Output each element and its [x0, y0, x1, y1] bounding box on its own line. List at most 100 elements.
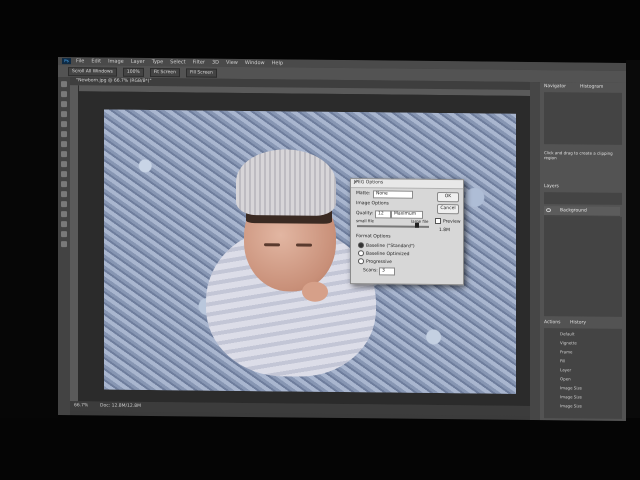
action-item[interactable]: Image Size: [544, 393, 620, 401]
action-item[interactable]: Frame: [544, 348, 620, 356]
preview-label: Preview: [443, 219, 461, 225]
menu-file[interactable]: File: [76, 58, 84, 64]
crop-tool-icon[interactable]: [61, 121, 67, 128]
lasso-tool-icon[interactable]: [61, 101, 67, 108]
eyedropper-tool-icon[interactable]: [61, 131, 67, 138]
navigator-panel: [544, 92, 622, 145]
menu-layer[interactable]: Layer: [131, 59, 145, 65]
image-options-label: Image Options: [356, 201, 389, 207]
action-item[interactable]: Vignette: [544, 339, 620, 347]
pen-tool-icon[interactable]: [61, 211, 67, 218]
menu-image[interactable]: Image: [108, 59, 124, 65]
eraser-tool-icon[interactable]: [61, 181, 67, 188]
checkbox-icon: [435, 217, 441, 225]
dodge-tool-icon[interactable]: [61, 201, 67, 208]
document-canvas[interactable]: JPEG Options x Matte: None Image Options…: [78, 91, 530, 406]
tab-history[interactable]: History: [570, 320, 586, 327]
history-brush-tool-icon[interactable]: [61, 171, 67, 178]
format-baseline-optimized-label: Baseline Optimized: [366, 251, 410, 258]
large-file-label: large file: [411, 218, 429, 224]
cancel-button[interactable]: Cancel: [437, 203, 459, 215]
knit-hat: [236, 148, 336, 216]
file-size-readout: 1.8M: [439, 228, 451, 234]
quality-input[interactable]: 12: [375, 210, 391, 219]
menu-filter[interactable]: Filter: [193, 59, 205, 65]
layer-blend-controls[interactable]: [544, 192, 622, 205]
gradient-tool-icon[interactable]: [61, 191, 67, 198]
monitor-bezel-right: [626, 60, 640, 420]
scroll-all-windows-checkbox[interactable]: Scroll All Windows: [68, 66, 117, 77]
ok-button[interactable]: OK: [437, 191, 459, 203]
photoshop-logo: Ps: [62, 58, 71, 65]
tab-histogram[interactable]: Histogram: [580, 84, 603, 91]
fill-screen-button[interactable]: Fill Screen: [185, 67, 217, 78]
brush-tool-icon[interactable]: [61, 151, 67, 158]
action-label: Vignette: [560, 340, 577, 346]
action-item[interactable]: Layer: [544, 366, 620, 374]
layers-empty-area: [544, 216, 622, 317]
tab-navigator[interactable]: Navigator: [544, 84, 566, 91]
healing-brush-tool-icon[interactable]: [61, 141, 67, 148]
action-label: Open: [560, 376, 571, 382]
action-item[interactable]: Image Size: [544, 402, 620, 410]
zoom-level[interactable]: 66.7%: [74, 403, 88, 408]
action-label: Layer: [560, 367, 572, 373]
tab-actions[interactable]: Actions: [544, 320, 560, 327]
layer-name: Background: [560, 208, 587, 214]
tab-layers[interactable]: Layers: [544, 184, 559, 191]
format-options-label: Format Options: [356, 234, 391, 240]
format-progressive-label: Progressive: [366, 259, 392, 266]
action-item[interactable]: Fill: [544, 357, 620, 365]
move-tool-icon[interactable]: [61, 81, 67, 88]
info-text: Click and drag to create a clipping regi…: [544, 150, 613, 161]
action-item[interactable]: Default: [544, 330, 620, 338]
hand-tool-icon[interactable]: [61, 231, 67, 238]
quick-select-tool-icon[interactable]: [61, 111, 67, 118]
action-item[interactable]: Open: [544, 375, 620, 383]
menu-help[interactable]: Help: [272, 60, 283, 66]
menu-3d[interactable]: 3D: [212, 60, 219, 66]
action-label: Image Size: [560, 385, 583, 391]
monitor-bezel-bottom: [0, 418, 640, 480]
format-baseline-standard-label: Baseline ("Standard"): [366, 243, 415, 250]
visibility-eye-icon[interactable]: [546, 208, 551, 213]
photoshop-window: Ps File Edit Image Layer Type Select Fil…: [58, 57, 626, 421]
quality-level-select[interactable]: Maximum: [391, 210, 423, 219]
fit-screen-button[interactable]: Fit Screen: [149, 67, 180, 77]
action-label: Image Size: [560, 403, 583, 409]
zoom-100-button[interactable]: 100%: [122, 67, 144, 77]
format-progressive-radio[interactable]: Progressive: [358, 258, 392, 265]
menu-window[interactable]: Window: [245, 60, 265, 66]
radio-icon: [358, 258, 364, 265]
scans-label: Scans:: [363, 268, 378, 274]
baby-hand: [302, 281, 328, 302]
tools-panel: [58, 77, 70, 416]
clone-stamp-tool-icon[interactable]: [61, 161, 67, 168]
preview-checkbox[interactable]: Preview: [435, 217, 461, 225]
quality-slider-thumb[interactable]: [415, 222, 419, 228]
close-icon[interactable]: x: [354, 180, 461, 186]
menu-view[interactable]: View: [226, 60, 238, 66]
marquee-tool-icon[interactable]: [61, 91, 67, 98]
menu-edit[interactable]: Edit: [91, 58, 101, 64]
dialog-title-bar[interactable]: JPEG Options x: [351, 179, 463, 190]
action-label: Frame: [560, 349, 573, 355]
document-size: Doc: 12.8M/12.8M: [100, 403, 141, 409]
radio-selected-icon: [358, 242, 364, 249]
type-tool-icon[interactable]: [61, 221, 67, 228]
document-tab-title: "Newborn.jpg @ 66.7% (RGB/8*)": [76, 78, 152, 85]
baby-eye-right: [296, 243, 312, 247]
matte-select[interactable]: None: [373, 190, 413, 199]
format-baseline-standard-radio[interactable]: Baseline ("Standard"): [358, 242, 415, 249]
format-baseline-optimized-radio[interactable]: Baseline Optimized: [358, 250, 410, 257]
zoom-tool-icon[interactable]: [61, 241, 67, 248]
menu-select[interactable]: Select: [170, 59, 185, 65]
menu-type[interactable]: Type: [152, 59, 163, 65]
small-file-label: small file: [356, 218, 375, 224]
baby-eye-left: [264, 243, 280, 247]
action-label: Default: [560, 331, 575, 337]
panel-icon-strip: [530, 81, 540, 421]
radio-icon: [358, 250, 364, 257]
action-item[interactable]: Image Size: [544, 384, 620, 392]
scans-select[interactable]: 3: [379, 267, 395, 276]
